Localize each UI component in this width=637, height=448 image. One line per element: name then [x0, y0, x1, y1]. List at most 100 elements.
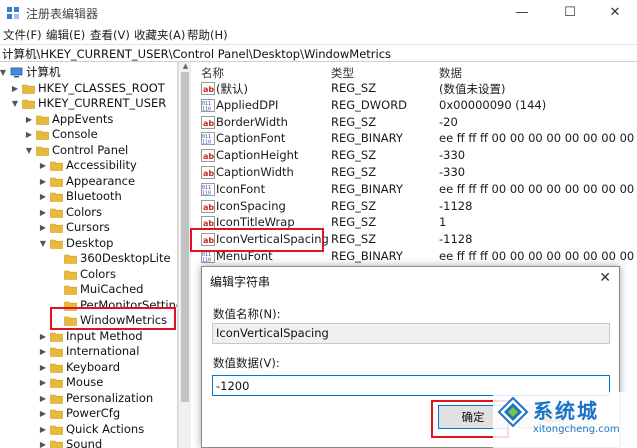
highlight-box-iconverticalspacing: [190, 228, 324, 252]
menu-view[interactable]: 查看(V): [90, 27, 130, 43]
collapse-arrow-icon[interactable]: ▼: [0, 67, 8, 78]
table-row[interactable]: 011 110 CaptionFont REG_BINARY ee ff ff ff 0…: [192, 130, 637, 147]
table-row[interactable]: ab CaptionWidth REG_SZ -330: [192, 164, 637, 181]
menu-favorites[interactable]: 收藏夹(A): [134, 27, 185, 43]
tree-item[interactable]: ▶ HKEY_CLASSES_ROOT: [0, 81, 177, 97]
tree-item[interactable]: MuiCached: [0, 282, 177, 298]
tree-item-label: 计算机: [26, 65, 61, 79]
column-header-type[interactable]: 类型: [331, 65, 354, 81]
cell-data: -1128: [439, 198, 473, 213]
expand-arrow-icon[interactable]: ▶: [38, 207, 48, 218]
expand-arrow-icon[interactable]: ▶: [38, 408, 48, 419]
string-value-icon: ab: [201, 115, 215, 129]
table-row[interactable]: ab BorderWidth REG_SZ -20: [192, 114, 637, 131]
expand-arrow-icon[interactable]: ▶: [38, 222, 48, 233]
tree-item[interactable]: ▼ 计算机: [0, 65, 177, 81]
tree-item-label: Colors: [66, 204, 103, 219]
tree-item[interactable]: ▶ Accessibility: [0, 158, 177, 174]
tree-item[interactable]: ▶ Colors: [0, 204, 177, 221]
expand-arrow-icon[interactable]: ▶: [38, 377, 48, 388]
string-value-icon: ab: [201, 199, 215, 213]
tree-item-label: Sound: [66, 437, 103, 448]
collapse-arrow-icon[interactable]: ▼: [24, 145, 34, 156]
close-button[interactable]: ✕: [592, 0, 637, 26]
tree-item[interactable]: ▼ Desktop: [0, 236, 177, 252]
collapse-arrow-icon[interactable]: ▼: [10, 98, 20, 109]
tree-scrollbar-thumb[interactable]: [181, 72, 189, 402]
tree-item[interactable]: ▶ Sound: [0, 437, 177, 448]
table-row[interactable]: 011 110 AppliedDPI REG_DWORD 0x00000090 (144…: [192, 97, 637, 114]
folder-icon: [50, 161, 63, 171]
tree-item-label: Control Panel: [52, 142, 129, 157]
cell-data: -330: [439, 165, 466, 179]
folder-icon: [50, 440, 63, 448]
menu-edit[interactable]: 编辑(E): [46, 27, 85, 43]
value-name-label: 数值名称(N):: [213, 307, 281, 321]
tree-item[interactable]: ▶ Mouse: [0, 375, 177, 391]
menu-file[interactable]: 文件(F): [3, 27, 42, 43]
tree-scrollbar[interactable]: ▲: [178, 62, 191, 448]
watermark: 系统城 xitongcheng.com: [493, 392, 637, 448]
expand-arrow-icon[interactable]: ▶: [38, 176, 48, 187]
list-header: 名称 类型 数据: [192, 62, 637, 80]
tree-item[interactable]: ▼ Control Panel: [0, 142, 177, 159]
tree-item[interactable]: ▶ Quick Actions: [0, 422, 177, 438]
cell-name: BorderWidth: [216, 114, 288, 129]
svg-text:110: 110: [202, 140, 211, 146]
table-row[interactable]: ab CaptionHeight REG_SZ -330: [192, 147, 637, 164]
collapse-arrow-icon[interactable]: ▼: [38, 238, 48, 249]
dialog-close-icon[interactable]: ✕: [599, 270, 611, 286]
menu-help[interactable]: 帮助(H): [187, 27, 228, 43]
expand-arrow-icon[interactable]: ▶: [38, 439, 48, 448]
tree-item[interactable]: ▶ Bluetooth: [0, 189, 177, 205]
expand-arrow-icon[interactable]: ▶: [38, 160, 48, 171]
svg-text:110: 110: [202, 106, 211, 112]
minimize-button[interactable]: —: [499, 0, 545, 26]
tree-item[interactable]: ▶ Input Method: [0, 329, 177, 345]
tree-item[interactable]: ▶ PowerCfg: [0, 406, 177, 422]
maximize-button[interactable]: ☐: [547, 0, 593, 26]
column-header-data[interactable]: 数据: [439, 65, 462, 81]
expand-arrow-icon[interactable]: [52, 284, 62, 295]
expand-arrow-icon[interactable]: ▶: [38, 191, 48, 202]
folder-icon: [50, 409, 63, 419]
highlight-box-windowmetrics: [50, 307, 176, 330]
scroll-up-arrow-icon[interactable]: ▲: [181, 62, 190, 72]
svg-text:ab: ab: [203, 152, 214, 161]
expand-arrow-icon[interactable]: ▶: [38, 362, 48, 373]
tree-item[interactable]: ▶ Appearance: [0, 174, 177, 190]
table-row[interactable]: 011 110 IconFont REG_BINARY ee ff ff ff 00 0…: [192, 181, 637, 198]
cell-name: CaptionFont: [216, 131, 286, 146]
expand-arrow-icon[interactable]: ▶: [10, 83, 20, 94]
table-row[interactable]: ab IconSpacing REG_SZ -1128: [192, 198, 637, 215]
expand-arrow-icon[interactable]: ▶: [38, 346, 48, 357]
folder-icon: [22, 84, 35, 94]
tree-item[interactable]: ▶ Console: [0, 127, 177, 143]
column-header-name[interactable]: 名称: [201, 65, 224, 81]
expand-arrow-icon[interactable]: ▶: [24, 114, 34, 125]
expand-arrow-icon[interactable]: ▶: [38, 393, 48, 404]
expand-arrow-icon[interactable]: ▶: [38, 331, 48, 342]
binary-value-icon: 011110: [201, 182, 215, 196]
tree-item[interactable]: ▶ Cursors: [0, 220, 177, 236]
svg-text:ab: ab: [203, 203, 214, 212]
folder-icon: [36, 130, 49, 140]
cell-data: ee ff ff ff 00 00 00 00 00 00 00 00 00 0…: [439, 131, 637, 146]
expand-arrow-icon[interactable]: ▶: [24, 129, 34, 140]
tree-item[interactable]: Colors: [0, 267, 177, 283]
tree-item[interactable]: ▶ Personalization: [0, 391, 177, 407]
binary-value-icon: 011110: [201, 98, 215, 112]
expand-arrow-icon[interactable]: [52, 253, 62, 264]
expand-arrow-icon[interactable]: [52, 269, 62, 280]
tree-item[interactable]: ▼ HKEY_CURRENT_USER: [0, 96, 177, 112]
tree-item[interactable]: ▶ International: [0, 344, 177, 360]
tree-item[interactable]: 360DesktopLite: [0, 251, 177, 267]
expand-arrow-icon[interactable]: ▶: [38, 424, 48, 435]
window-title: 注册表编辑器: [26, 7, 99, 21]
address-bar[interactable]: 计算机\HKEY_CURRENT_USER\Control Panel\Desk…: [0, 44, 637, 62]
tree-item-label: AppEvents: [52, 111, 114, 126]
table-row[interactable]: ab (默认) REG_SZ (数值未设置): [192, 80, 637, 97]
tree-item[interactable]: ▶ Keyboard: [0, 360, 177, 376]
tree-item[interactable]: ▶ AppEvents: [0, 111, 177, 128]
string-value-icon: ab: [201, 166, 215, 179]
